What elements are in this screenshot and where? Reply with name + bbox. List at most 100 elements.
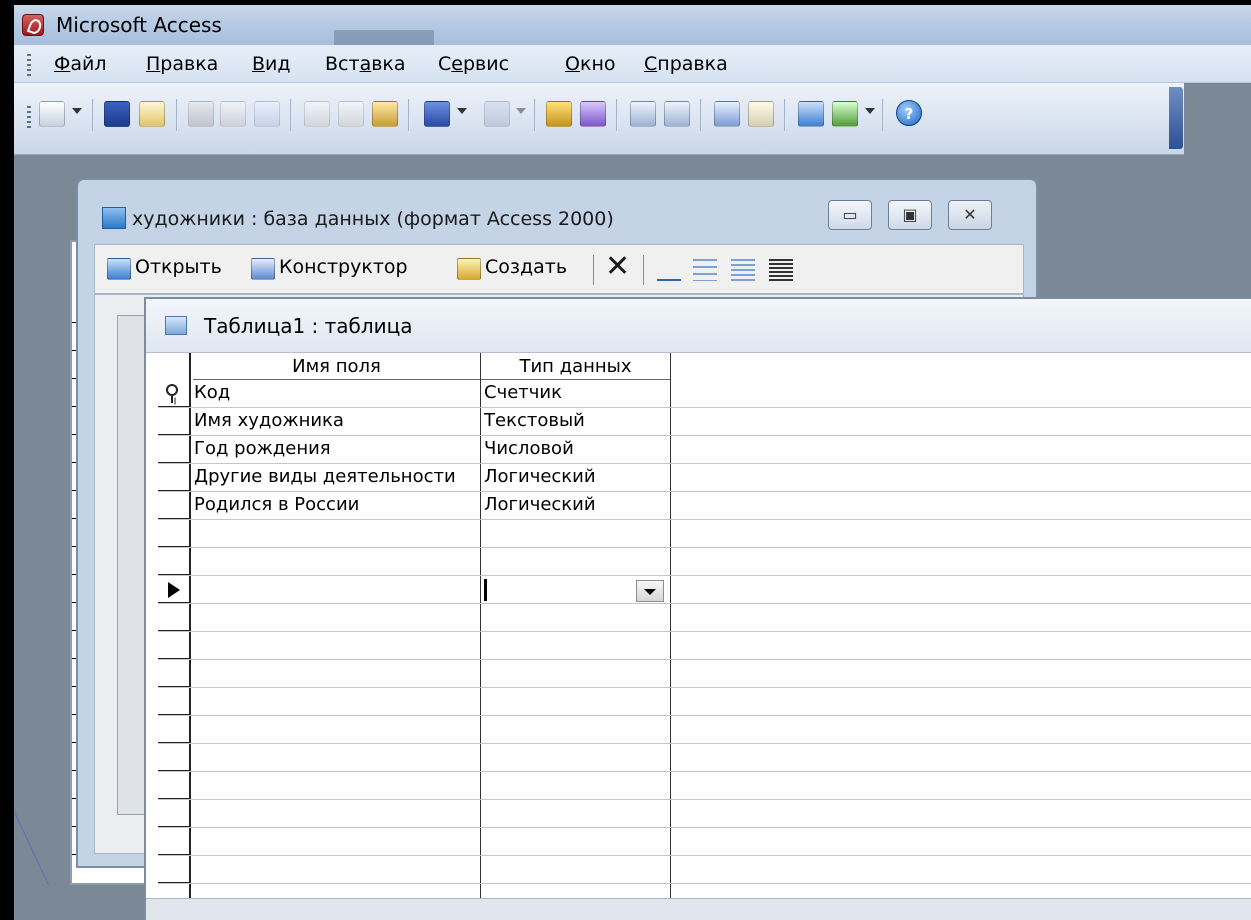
undo-icon[interactable] — [424, 101, 450, 127]
toolbar-grip-icon[interactable] — [27, 106, 31, 128]
row-selector[interactable] — [158, 548, 191, 576]
paste-icon[interactable] — [372, 101, 398, 127]
table-row[interactable] — [158, 856, 1251, 884]
table-row[interactable] — [158, 828, 1251, 856]
minimize-button[interactable]: ▭ — [828, 200, 872, 230]
delete-icon[interactable]: ✕ — [605, 252, 630, 282]
data-type-dropdown-button[interactable] — [636, 580, 664, 602]
new-object-dropdown-icon[interactable] — [865, 108, 875, 114]
row-selector[interactable] — [158, 436, 191, 464]
copy-icon[interactable] — [338, 101, 364, 127]
redo-dropdown-icon[interactable] — [516, 108, 526, 114]
table-row[interactable]: Родился в России Логический — [158, 492, 1251, 520]
view-dropdown-icon[interactable] — [72, 108, 82, 114]
table-row[interactable] — [158, 660, 1251, 688]
row-selector[interactable] — [158, 772, 191, 800]
table-title-bar[interactable]: Таблица1 : таблица — [146, 299, 1251, 353]
menu-insert[interactable]: Вставка — [325, 53, 406, 75]
field-name-cell[interactable]: Родился в России — [194, 494, 472, 515]
view-icon[interactable] — [39, 101, 65, 127]
row-selector[interactable] — [158, 716, 191, 744]
data-type-cell[interactable]: Логический — [484, 466, 669, 487]
insert-rows-icon[interactable] — [630, 101, 656, 127]
table-row[interactable] — [158, 688, 1251, 716]
field-name-cell[interactable]: Год рождения — [194, 438, 472, 459]
menubar-grip-icon[interactable] — [27, 54, 31, 76]
print-icon[interactable] — [188, 101, 214, 127]
small-icons-icon[interactable] — [693, 259, 717, 281]
field-name-cell[interactable]: Другие виды деятельности — [194, 466, 472, 487]
data-type-cell[interactable]: Текстовый — [484, 410, 669, 431]
print-preview-icon[interactable] — [220, 101, 246, 127]
table-row[interactable] — [158, 548, 1251, 576]
table-row[interactable] — [158, 576, 1251, 604]
title-bar[interactable]: Microsoft Access — [14, 5, 1251, 45]
row-selector[interactable] — [158, 660, 191, 688]
field-name-cell[interactable]: Имя художника — [194, 410, 472, 431]
table-row[interactable]: Код Счетчик — [158, 380, 1251, 408]
row-selector[interactable] — [158, 492, 191, 520]
delete-rows-icon[interactable] — [664, 101, 690, 127]
build-icon[interactable] — [748, 101, 774, 127]
restore-button[interactable]: ▣ — [888, 200, 932, 230]
open-icon[interactable] — [107, 258, 131, 280]
table-row[interactable] — [158, 632, 1251, 660]
redo-icon[interactable] — [484, 101, 510, 127]
cut-icon[interactable] — [304, 101, 330, 127]
table-row[interactable]: Другие виды деятельности Логический — [158, 464, 1251, 492]
data-type-cell[interactable]: Счетчик — [484, 382, 669, 403]
menu-window[interactable]: Окно — [565, 53, 616, 75]
row-selector[interactable] — [158, 464, 191, 492]
row-selector[interactable] — [158, 884, 191, 898]
design-button[interactable]: Конструктор — [279, 256, 408, 278]
field-name-cell[interactable]: Код — [194, 382, 472, 403]
properties-icon[interactable] — [714, 101, 740, 127]
table-row[interactable] — [158, 744, 1251, 772]
row-selector[interactable] — [158, 800, 191, 828]
create-button[interactable]: Создать — [485, 256, 567, 278]
close-button[interactable]: ✕ — [948, 200, 992, 230]
table-row[interactable]: Имя художника Текстовый — [158, 408, 1251, 436]
table-row[interactable] — [158, 520, 1251, 548]
row-selector[interactable] — [158, 408, 191, 436]
open-button[interactable]: Открыть — [135, 256, 222, 278]
row-selector[interactable] — [158, 604, 191, 632]
table-row[interactable] — [158, 884, 1251, 898]
menu-tools[interactable]: Сервис — [438, 53, 509, 75]
save-icon[interactable] — [104, 101, 130, 127]
toolbar-options-icon[interactable] — [1169, 87, 1183, 149]
table-row[interactable]: Год рождения Числовой — [158, 436, 1251, 464]
column-header-data-type[interactable]: Тип данных — [481, 353, 670, 380]
create-icon[interactable] — [457, 258, 481, 280]
row-selector[interactable] — [158, 632, 191, 660]
spelling-icon[interactable] — [254, 101, 280, 127]
access-app-icon[interactable] — [22, 14, 44, 36]
row-selector[interactable] — [158, 856, 191, 884]
large-icons-icon[interactable] — [657, 259, 681, 281]
design-icon[interactable] — [251, 258, 275, 280]
table-row[interactable] — [158, 772, 1251, 800]
menu-file[interactable]: Файл — [54, 53, 107, 75]
menu-view[interactable]: Вид — [252, 53, 291, 75]
list-view-icon[interactable] — [731, 259, 755, 281]
undo-dropdown-icon[interactable] — [457, 108, 467, 114]
new-object-icon[interactable] — [832, 101, 858, 127]
row-selector[interactable] — [158, 520, 191, 548]
primary-key-icon[interactable] — [546, 101, 572, 127]
row-selector[interactable] — [158, 688, 191, 716]
help-icon[interactable]: ? — [896, 100, 922, 126]
search-icon[interactable] — [139, 101, 165, 127]
table-row[interactable] — [158, 604, 1251, 632]
data-type-cell[interactable]: Числовой — [484, 438, 669, 459]
data-type-cell[interactable]: Логический — [484, 494, 669, 515]
table-row[interactable] — [158, 800, 1251, 828]
column-header-field-name[interactable]: Имя поля — [193, 353, 480, 380]
row-selector[interactable] — [158, 744, 191, 772]
details-view-icon[interactable] — [769, 259, 793, 281]
menu-help[interactable]: Справка — [644, 53, 728, 75]
builder-icon[interactable] — [580, 101, 606, 127]
menu-edit[interactable]: Правка — [146, 53, 218, 75]
database-window-icon[interactable] — [798, 101, 824, 127]
row-selector[interactable] — [158, 828, 191, 856]
table-row[interactable] — [158, 716, 1251, 744]
